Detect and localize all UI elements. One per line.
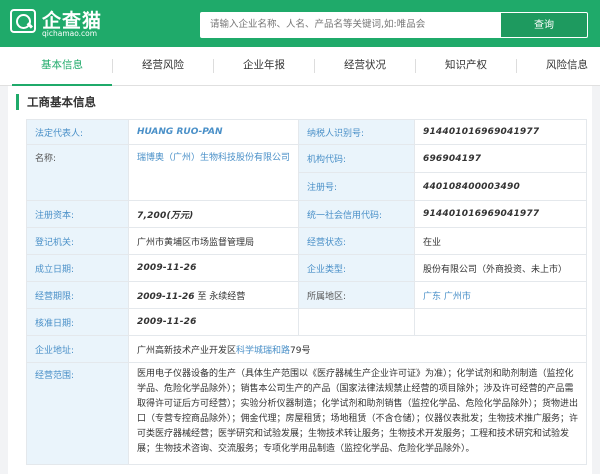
credit-code-value: 914401016969041977 <box>414 200 587 228</box>
company-name-label: 名称: <box>26 144 129 201</box>
reg-no-label: 注册号: <box>298 172 415 201</box>
authority-value: 广州市黄埔区市场监督管理局 <box>128 227 299 255</box>
address-suffix: 79号 <box>290 345 311 356</box>
region-label: 所属地区: <box>298 281 415 309</box>
capital-value: 7,200(万元) <box>128 200 299 228</box>
scope-value: 医用电子仪器设备的生产（具体生产范围以《医疗器械生产企业许可证》为准）；化学试剂… <box>128 362 587 465</box>
region-link[interactable]: 广东 广州市 <box>414 281 587 309</box>
tab-operation-risk[interactable]: 经营风险 <box>113 47 213 86</box>
search-button[interactable]: 查询 <box>500 12 588 38</box>
address-label: 企业地址: <box>26 335 129 363</box>
capital-label: 注册资本: <box>26 200 129 228</box>
site-logo[interactable]: 企查猫 qichamao.com <box>10 6 120 42</box>
address-value: 广州高新技术产业开发区科学城瑞和路79号 <box>128 335 587 363</box>
tab-bar: 基本信息 经营风险 企业年报 经营状况 知识产权 风险信息 <box>0 47 600 86</box>
logo-domain: qichamao.com <box>42 29 98 38</box>
term-label: 经营期限: <box>26 281 129 309</box>
credit-code-label: 统一社会信用代码: <box>298 200 415 228</box>
type-value: 股份有限公司（外商投资、未上市） <box>414 254 587 282</box>
taxpayer-id-value: 914401016969041977 <box>414 119 587 145</box>
empty-cell <box>298 308 415 336</box>
section-title: 工商基本信息 <box>16 94 96 110</box>
approval-value: 2009-11-26 <box>128 308 299 336</box>
search-input[interactable] <box>200 12 500 38</box>
tab-intellectual-property[interactable]: 知识产权 <box>416 47 516 86</box>
address-link[interactable]: 科学城瑞和路 <box>236 346 290 356</box>
approval-label: 核准日期: <box>26 308 129 336</box>
company-name-link[interactable]: 瑞博奥（广州）生物科技股份有限公司 <box>128 144 299 201</box>
authority-label: 登记机关: <box>26 227 129 255</box>
type-label: 企业类型: <box>298 254 415 282</box>
status-label: 经营状态: <box>298 227 415 255</box>
main-content: 工商基本信息 法定代表人: HUANG RUO-PAN 纳税人识别号: 9144… <box>8 86 592 474</box>
empty-cell <box>414 308 587 336</box>
address-prefix: 广州高新技术产业开发区 <box>137 345 237 356</box>
founded-value: 2009-11-26 <box>128 254 299 282</box>
scope-label: 经营范围: <box>26 362 129 465</box>
tab-operation-status[interactable]: 经营状况 <box>315 47 415 86</box>
founded-label: 成立日期: <box>26 254 129 282</box>
logo-magnifier-icon <box>10 9 36 33</box>
legal-rep-label: 法定代表人: <box>26 119 129 145</box>
tab-annual-report[interactable]: 企业年报 <box>214 47 314 86</box>
status-value: 在业 <box>414 227 587 255</box>
term-start: 2009-11-26 <box>137 291 195 302</box>
tab-basic-info[interactable]: 基本信息 <box>12 47 112 86</box>
business-info-table: 法定代表人: HUANG RUO-PAN 纳税人识别号: 91440101696… <box>26 119 587 465</box>
legal-rep-link[interactable]: HUANG RUO-PAN <box>128 119 299 145</box>
top-header: 企查猫 qichamao.com 查询 <box>0 0 600 47</box>
taxpayer-id-label: 纳税人识别号: <box>298 119 415 145</box>
term-value: 2009-11-26 至 永续经营 <box>128 281 299 309</box>
reg-no-value: 440108400003490 <box>414 172 587 201</box>
org-code-value: 696904197 <box>414 144 587 173</box>
tab-risk-info[interactable]: 风险信息 <box>517 47 600 86</box>
term-rest: 至 永续经营 <box>194 291 246 302</box>
org-code-label: 机构代码: <box>298 144 415 173</box>
